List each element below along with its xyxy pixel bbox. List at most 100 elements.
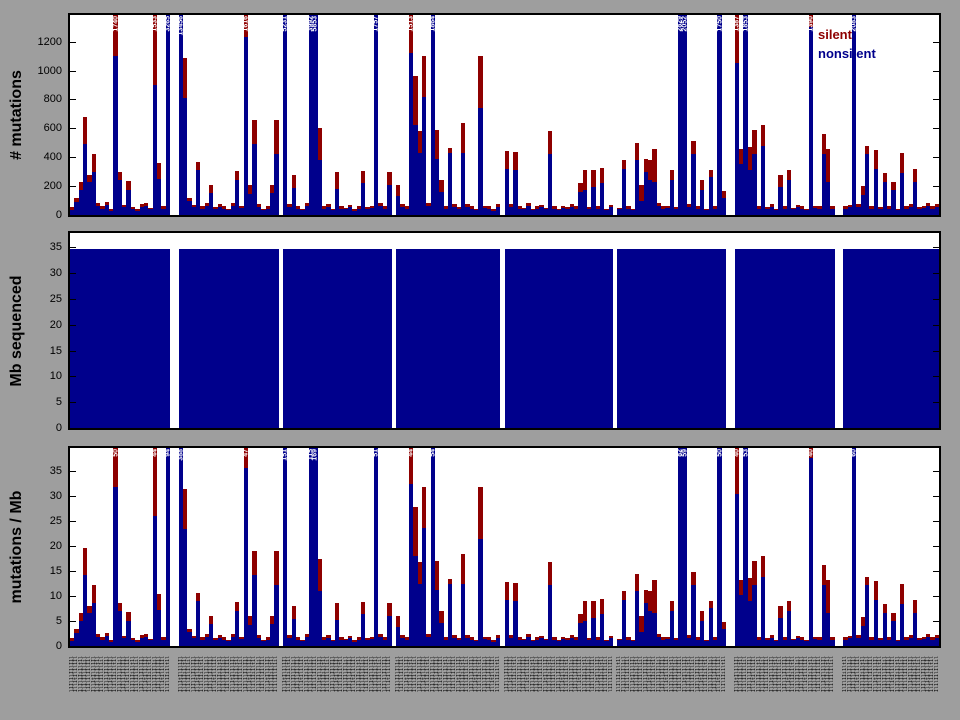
bar-nonsilent <box>722 629 726 646</box>
y-tick-mark <box>70 402 76 403</box>
bar-silent <box>874 150 878 169</box>
legend-silent: silent <box>818 27 852 42</box>
bar-silent <box>770 635 774 638</box>
y-tick-mark <box>70 215 76 216</box>
y-tick-mark <box>70 376 76 377</box>
y-tick-mark <box>70 42 76 43</box>
bar-overflow-label: 13456 <box>177 16 184 35</box>
bar-silent <box>439 180 443 192</box>
sample-label: Il1lI1lIl1il <box>935 656 940 692</box>
bar-silent <box>691 141 695 154</box>
bar-silent <box>448 148 452 153</box>
bar-overflow-label: 53 <box>742 449 749 457</box>
y-tick-mark <box>933 128 939 129</box>
y-tick-mark <box>70 325 76 326</box>
bar-silent <box>439 611 443 623</box>
bar-nonsilent <box>935 638 939 646</box>
bar-nonsilent <box>387 185 391 215</box>
bar-silent <box>761 556 765 576</box>
bar-overflow-label-anchor: 59 <box>683 448 687 646</box>
bar-silent <box>722 622 726 629</box>
bar-silent <box>548 131 552 154</box>
y-tick-label: 1000 <box>28 64 62 78</box>
y-tick-mark <box>933 471 939 472</box>
bar-silent <box>209 185 213 194</box>
y-tick-mark <box>933 646 939 647</box>
bar-silent <box>752 561 756 586</box>
bar-overflow-label: 59 <box>681 449 688 457</box>
bar-overflow-label: 1757 <box>373 16 380 32</box>
bar-nonsilent <box>830 249 834 428</box>
bar-silent <box>118 603 122 612</box>
y-tick-label: 20 <box>28 318 62 332</box>
bar-silent <box>487 637 491 639</box>
y-tick-mark <box>70 299 76 300</box>
bar-silent <box>913 169 917 182</box>
bar-silent <box>548 562 552 585</box>
bar-overflow-label: 47 <box>242 449 249 457</box>
bar-silent <box>478 487 482 539</box>
y-tick-mark <box>70 596 76 597</box>
bar-silent <box>396 616 400 627</box>
y-tick-mark <box>933 428 939 429</box>
bar-overflow-label-anchor: 1390 <box>809 15 813 215</box>
y-tick-mark <box>70 546 76 547</box>
bar-silent <box>448 579 452 584</box>
y-tick-mark <box>933 42 939 43</box>
y-tick-mark <box>70 128 76 129</box>
y-tick-mark <box>70 247 76 248</box>
bar-nonsilent <box>609 249 613 428</box>
y-tick-mark <box>933 571 939 572</box>
bar-silent <box>635 574 639 591</box>
bar-nonsilent <box>722 198 726 215</box>
bar-nonsilent <box>935 207 939 215</box>
bar-overflow-label-anchor: 2052 <box>683 15 687 215</box>
bar-silent <box>257 635 261 638</box>
bar-silent <box>830 206 834 208</box>
bar-overflow-label-anchor: 3265 <box>166 15 170 215</box>
bar-nonsilent <box>609 638 613 646</box>
bar-silent <box>326 635 330 638</box>
y-tick-mark <box>933 521 939 522</box>
y-tick-label: 30 <box>28 266 62 280</box>
bar-silent <box>700 180 704 190</box>
y-axis-label-mutations: # mutations <box>8 13 26 217</box>
y-tick-label: 800 <box>28 92 62 106</box>
bar-silent <box>335 603 339 620</box>
bar-silent <box>526 203 530 206</box>
bar-silent <box>900 584 904 604</box>
y-tick-mark <box>70 496 76 497</box>
legend-nonsilent: nonsilent <box>818 46 876 61</box>
bar-silent <box>778 175 782 187</box>
y-tick-mark <box>933 299 939 300</box>
bar-nonsilent <box>274 249 278 428</box>
y-tick-label: 15 <box>28 344 62 358</box>
bar-nonsilent <box>274 154 278 215</box>
sample-label: l1Il1lI1lI1l <box>609 656 614 692</box>
bar-overflow-label: 1616 <box>242 16 249 32</box>
bar-silent <box>348 636 352 638</box>
bar-silent <box>691 572 695 585</box>
y-tick-mark <box>70 157 76 158</box>
bar-overflow-label-anchor: 1757 <box>374 15 378 215</box>
y-tick-mark <box>70 351 76 352</box>
bar-nonsilent <box>496 207 500 215</box>
y-tick-label: 0 <box>28 208 62 222</box>
y-tick-label: 600 <box>28 121 62 135</box>
bar-overflow-label: 40 <box>733 449 740 457</box>
bar-silent <box>700 611 704 621</box>
bar-overflow-label-anchor: 1750 <box>717 15 721 215</box>
bar-overflow-label: 50 <box>112 449 119 457</box>
bar-silent <box>126 612 130 621</box>
y-tick-mark <box>933 157 939 158</box>
bar-silent <box>187 629 191 633</box>
bar-silent <box>622 160 626 169</box>
y-tick-mark <box>933 325 939 326</box>
y-tick-mark <box>933 273 939 274</box>
sample-label: 1lIl1Ii1lt1l <box>166 656 171 692</box>
bar-overflow-label-anchor: 40 <box>809 448 813 646</box>
bar-silent <box>348 205 352 207</box>
bar-overflow-label: 44 <box>408 449 415 457</box>
bar-silent <box>92 585 96 602</box>
y-tick-mark <box>933 402 939 403</box>
